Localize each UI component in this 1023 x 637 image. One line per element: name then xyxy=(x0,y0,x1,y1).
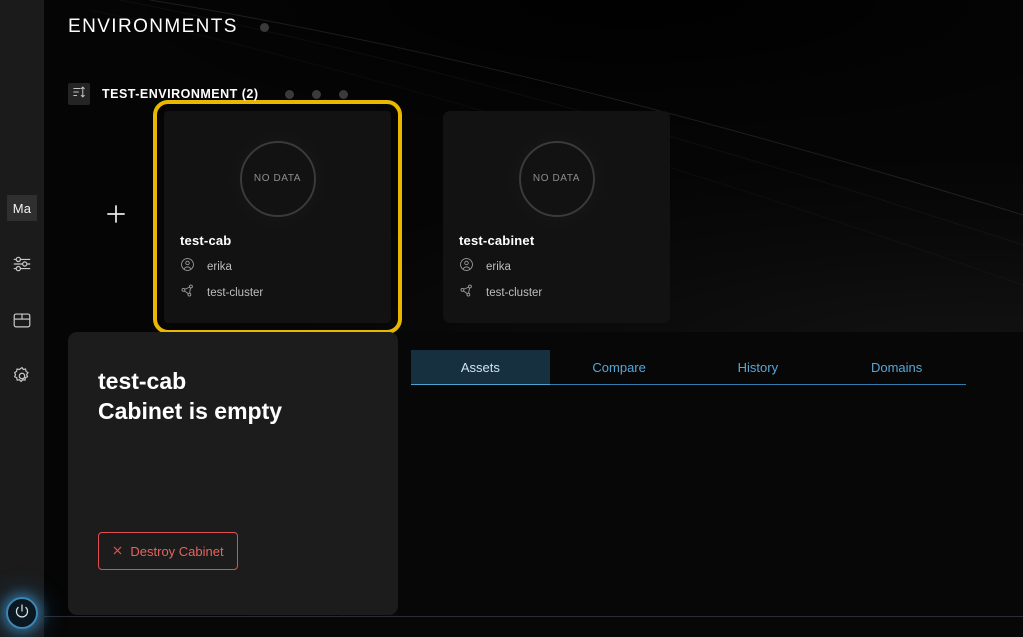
card-owner-label: erika xyxy=(486,260,511,273)
share-nodes-icon xyxy=(180,283,195,303)
sidebar-item-avatar[interactable]: Ma xyxy=(0,180,44,236)
sort-icon xyxy=(72,85,86,104)
group-header-row: TEST-ENVIRONMENT (2) xyxy=(68,83,348,105)
tab-domains[interactable]: Domains xyxy=(827,350,966,385)
gauge-wrapper: NO DATA xyxy=(180,125,375,233)
box-icon xyxy=(11,309,33,331)
cabinet-card[interactable]: NO DATA test-cabinet erika test-cluster xyxy=(443,110,670,323)
header-status-dot xyxy=(259,22,269,32)
cabinet-detail-panel: test-cab Cabinet is empty Destroy Cabine… xyxy=(68,332,398,615)
card-cluster-label: test-cluster xyxy=(207,286,264,299)
card-cluster-label: test-cluster xyxy=(486,286,543,299)
card-title: test-cab xyxy=(180,232,232,248)
group-dots xyxy=(284,89,348,99)
add-cabinet-button[interactable] xyxy=(68,105,164,328)
card-cluster-row: test-cluster xyxy=(459,283,654,303)
close-x-icon xyxy=(112,544,123,559)
gear-icon xyxy=(11,365,33,387)
destroy-cabinet-button[interactable]: Destroy Cabinet xyxy=(98,532,238,570)
card-owner-label: erika xyxy=(207,260,232,273)
sidebar-item-sliders[interactable] xyxy=(0,236,44,292)
detail-tabs: Assets Compare History Domains xyxy=(411,350,966,385)
power-button[interactable] xyxy=(6,597,38,629)
card-owner-row: erika xyxy=(459,257,654,277)
detail-cabinet-status: Cabinet is empty xyxy=(98,398,283,425)
no-data-gauge: NO DATA xyxy=(239,140,316,217)
avatar: Ma xyxy=(7,195,37,221)
page-title: ENVIRONMENTS xyxy=(68,16,238,37)
card-title: test-cabinet xyxy=(459,232,535,248)
no-data-gauge: NO DATA xyxy=(518,140,595,217)
bottom-strip xyxy=(44,617,1023,637)
left-sidebar: Ma xyxy=(0,0,44,637)
detail-cabinet-name: test-cab xyxy=(98,368,187,394)
card-owner-row: erika xyxy=(180,257,375,277)
gauge-wrapper: NO DATA xyxy=(459,125,654,233)
power-icon xyxy=(13,602,31,625)
card-cluster-row: test-cluster xyxy=(180,283,375,303)
tab-compare[interactable]: Compare xyxy=(549,350,689,385)
group-label: TEST-ENVIRONMENT (2) xyxy=(102,87,259,101)
group-dot-2[interactable] xyxy=(311,89,321,99)
tab-assets[interactable]: Assets xyxy=(411,350,550,385)
bottom-divider xyxy=(44,616,1023,617)
sliders-icon xyxy=(11,253,33,275)
user-icon xyxy=(459,257,474,277)
app-root: Ma ENVIRONMENTS TEST-ENVIRONMENT (2) NO … xyxy=(0,0,1023,637)
cards-strip: NO DATA test-cab erika test-cluster NO D… xyxy=(68,99,1023,334)
sidebar-item-settings[interactable] xyxy=(0,348,44,404)
sidebar-item-box[interactable] xyxy=(0,292,44,348)
sort-button[interactable] xyxy=(68,83,90,105)
page-header: ENVIRONMENTS xyxy=(68,16,269,38)
tab-history[interactable]: History xyxy=(688,350,828,385)
group-dot-3[interactable] xyxy=(338,89,348,99)
cabinet-card-selected[interactable]: NO DATA test-cab erika test-cluster xyxy=(153,99,402,334)
share-nodes-icon xyxy=(459,283,474,303)
user-icon xyxy=(180,257,195,277)
plus-icon xyxy=(103,201,129,232)
group-dot-1[interactable] xyxy=(284,89,294,99)
destroy-cabinet-label: Destroy Cabinet xyxy=(130,543,224,559)
